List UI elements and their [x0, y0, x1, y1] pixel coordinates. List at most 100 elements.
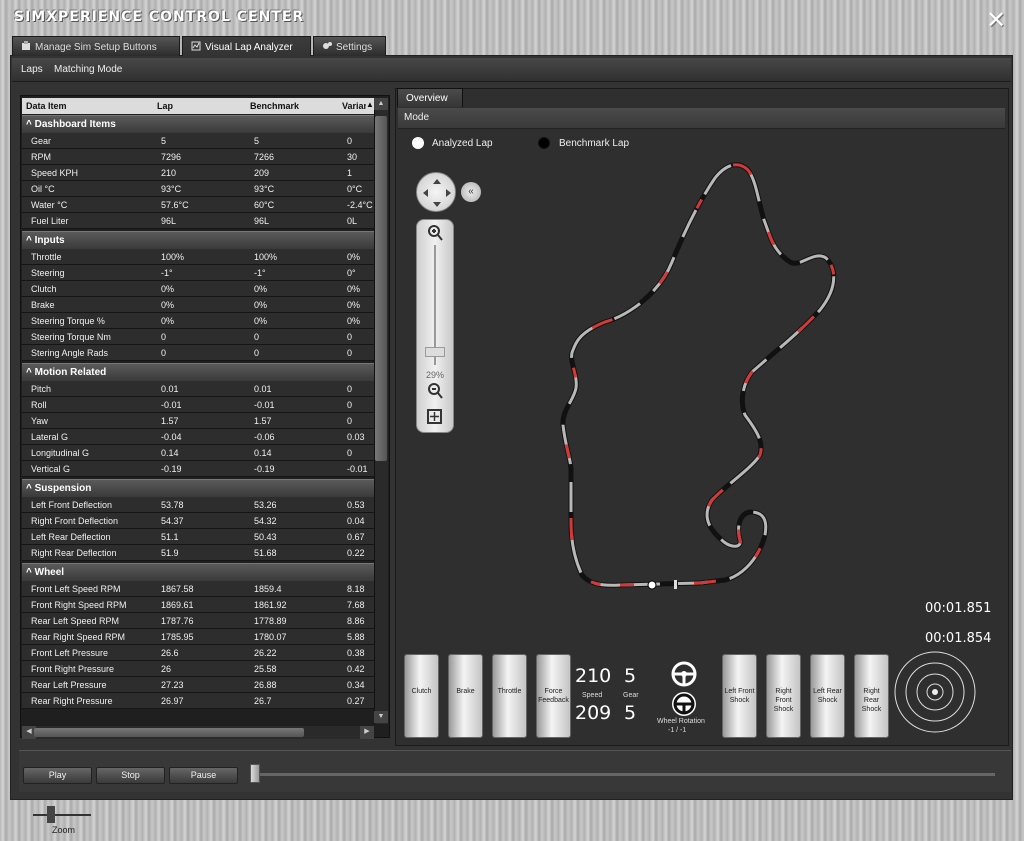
benchmark-lap-time: 00:01.854: [925, 631, 992, 646]
collapse-arrow-icon[interactable]: ^: [26, 235, 35, 246]
track-map[interactable]: [560, 160, 850, 595]
zoom-slider[interactable]: [33, 814, 91, 816]
play-button[interactable]: Play: [23, 767, 92, 784]
table-row[interactable]: Clutch 0% 0% 0%: [22, 281, 374, 297]
table-row[interactable]: Rear Right Pressure 26.97 26.7 0.27: [22, 693, 374, 709]
analyzed-lap-dot[interactable]: [412, 137, 424, 149]
timeline-track[interactable]: [252, 773, 995, 776]
table-row[interactable]: Right Rear Deflection 51.9 51.68 0.22: [22, 545, 374, 561]
table-row[interactable]: Speed KPH 210 209 1: [22, 165, 374, 181]
collapse-arrow-icon[interactable]: ^: [26, 367, 35, 378]
zoom-percent: 29%: [425, 370, 444, 380]
table-row[interactable]: Front Left Speed RPM 1867.58 1859.4 8.18: [22, 581, 374, 597]
table-row[interactable]: Rear Left Pressure 27.23 26.88 0.34: [22, 677, 374, 693]
table-row[interactable]: Throttle 100% 100% 0%: [22, 249, 374, 265]
table-row[interactable]: Steering Torque % 0% 0% 0%: [22, 313, 374, 329]
collapse-icon[interactable]: «: [461, 182, 481, 202]
gear-analyzed: 5: [624, 665, 637, 687]
table-row[interactable]: Left Front Deflection 53.78 53.26 0.53: [22, 497, 374, 513]
cell-lap: 0%: [161, 316, 175, 326]
cell-lap: 0: [161, 332, 167, 342]
table-row[interactable]: Steering Torque Nm 0 0 0: [22, 329, 374, 345]
table-row[interactable]: Fuel Liter 96L 96L 0L: [22, 213, 374, 229]
cell-variance: 1: [347, 168, 353, 178]
left-rear-shock-gauge: Left Rear Shock: [810, 654, 845, 738]
section-header[interactable]: ^ Wheel: [22, 563, 374, 581]
collapse-arrow-icon[interactable]: ^: [26, 483, 35, 494]
table-row[interactable]: Gear 5 5 0: [22, 133, 374, 149]
table-row[interactable]: Lateral G -0.04 -0.06 0.03: [22, 429, 374, 445]
vertical-scroll-thumb[interactable]: [375, 116, 387, 461]
table-row[interactable]: Roll -0.01 -0.01 0: [22, 397, 374, 413]
legend-benchmark-lap[interactable]: Benchmark Lap: [559, 138, 629, 149]
legend-analyzed-lap[interactable]: Analyzed Lap: [432, 138, 493, 149]
cell-item: Oil °C: [31, 184, 55, 194]
table-row[interactable]: Left Rear Deflection 51.1 50.43 0.67: [22, 529, 374, 545]
horizontal-scroll-thumb[interactable]: [34, 728, 304, 737]
fit-to-view-icon[interactable]: [425, 408, 445, 426]
zoom-slider-thumb[interactable]: [47, 806, 55, 823]
table-row[interactable]: Pitch 0.01 0.01 0: [22, 381, 374, 397]
table-row[interactable]: Right Front Deflection 54.37 54.32 0.04: [22, 513, 374, 529]
cell-item: Steering Torque %: [31, 316, 105, 326]
cell-benchmark: 0%: [254, 316, 268, 326]
cell-item: Yaw: [31, 416, 48, 426]
section-header[interactable]: ^ Motion Related: [22, 363, 374, 381]
cell-item: Fuel Liter: [31, 216, 69, 226]
table-row[interactable]: Vertical G -0.19 -0.19 -0.01: [22, 461, 374, 477]
table-row[interactable]: Front Right Pressure 26 25.58 0.42: [22, 661, 374, 677]
cell-variance: 0%: [347, 252, 361, 262]
timeline-thumb[interactable]: [250, 764, 260, 783]
brake-gauge: Brake: [448, 654, 483, 738]
cell-benchmark: 100%: [254, 252, 278, 262]
mode-bar[interactable]: Mode: [398, 108, 1005, 129]
table-row[interactable]: Stering Angle Rads 0 0 0: [22, 345, 374, 361]
cell-lap: 53.78: [161, 500, 184, 510]
table-row[interactable]: RPM 7296 7266 30: [22, 149, 374, 165]
table-row[interactable]: Rear Right Speed RPM 1785.95 1780.07 5.88: [22, 629, 374, 645]
tab-settings[interactable]: Settings: [313, 36, 386, 56]
steering-wheel-analyzed-icon: [671, 661, 697, 687]
header-benchmark[interactable]: Benchmark: [250, 101, 338, 111]
benchmark-lap-dot[interactable]: [538, 137, 550, 149]
tab-visual-lap-analyzer[interactable]: Visual Lap Analyzer: [182, 36, 311, 56]
section-header[interactable]: ^ Dashboard Items: [22, 115, 374, 133]
collapse-arrow-icon[interactable]: ^: [26, 567, 35, 578]
cell-benchmark: 51.68: [254, 548, 277, 558]
wrench-icon: [22, 41, 30, 50]
table-row[interactable]: Front Left Pressure 26.6 26.22 0.38: [22, 645, 374, 661]
table-row[interactable]: Brake 0% 0% 0%: [22, 297, 374, 313]
scroll-right-icon[interactable]: ▶: [360, 726, 374, 739]
scroll-down-icon[interactable]: ▼: [374, 711, 388, 723]
tab-label: Visual Lap Analyzer: [205, 42, 293, 53]
cell-lap: 7296: [161, 152, 182, 162]
close-icon[interactable]: ✕: [986, 6, 1006, 35]
header-data-item[interactable]: Data Item: [26, 101, 152, 111]
section-header[interactable]: ^ Suspension: [22, 479, 374, 497]
zoom-in-icon[interactable]: [425, 224, 445, 242]
table-row[interactable]: Steering -1° -1° 0°: [22, 265, 374, 281]
table-row[interactable]: Longitudinal G 0.14 0.14 0: [22, 445, 374, 461]
tab-label: Manage Sim Setup Buttons: [35, 42, 157, 53]
table-row[interactable]: Yaw 1.57 1.57 0: [22, 413, 374, 429]
cell-variance: 0: [347, 384, 353, 394]
collapse-arrow-icon[interactable]: ^: [26, 119, 35, 130]
scroll-up-icon[interactable]: ▲: [374, 98, 388, 110]
cell-benchmark: -0.19: [254, 464, 275, 474]
zoom-thumb[interactable]: [425, 347, 445, 357]
tab-manage-sim-setup-buttons[interactable]: Manage Sim Setup Buttons: [12, 36, 180, 56]
pan-control[interactable]: [416, 172, 456, 212]
tab-overview[interactable]: Overview: [397, 88, 463, 107]
header-lap[interactable]: Lap: [157, 101, 245, 111]
zoom-out-icon[interactable]: [425, 382, 445, 400]
stop-button[interactable]: Stop: [96, 767, 165, 784]
table-row[interactable]: Oil °C 93°C 93°C 0°C: [22, 181, 374, 197]
section-header[interactable]: ^ Inputs: [22, 231, 374, 249]
pause-button[interactable]: Pause: [169, 767, 238, 784]
header-variance[interactable]: Varianc: [342, 101, 366, 111]
menu-laps[interactable]: Laps: [21, 64, 43, 75]
table-row[interactable]: Rear Left Speed RPM 1787.76 1778.89 8.86: [22, 613, 374, 629]
menu-matching-mode[interactable]: Matching Mode: [54, 64, 122, 75]
table-row[interactable]: Front Right Speed RPM 1869.61 1861.92 7.68: [22, 597, 374, 613]
table-row[interactable]: Water °C 57.6°C 60°C -2.4°C: [22, 197, 374, 213]
